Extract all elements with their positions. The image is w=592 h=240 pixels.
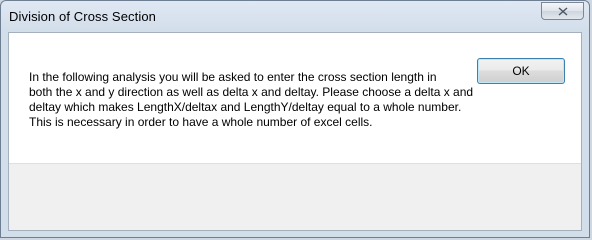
message-dialog: Division of Cross Section In the followi… [0,0,590,238]
ok-button[interactable]: OK [477,58,565,84]
message-area: In the following analysis you will be as… [9,33,581,163]
message-line: deltay which makes LengthX/deltax and Le… [29,100,462,114]
message-line: both the x and y direction as well as de… [29,85,474,99]
close-icon [558,7,568,16]
title-bar[interactable]: Division of Cross Section [1,1,589,31]
message-line: This is necessary in order to have a who… [29,115,373,129]
dialog-title: Division of Cross Section [9,9,156,24]
close-button[interactable] [541,2,584,20]
button-area [9,163,581,230]
